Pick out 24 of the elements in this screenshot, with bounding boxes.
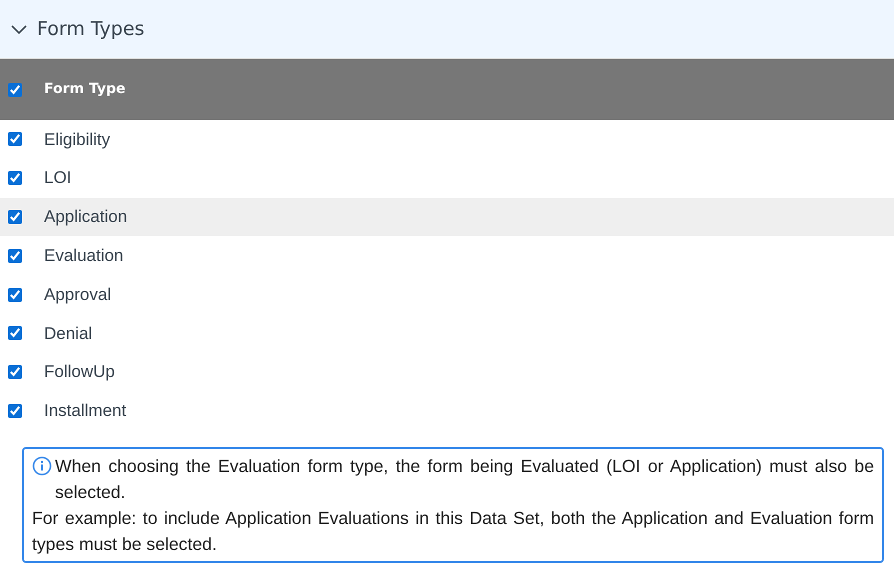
column-header: Form Type (44, 80, 126, 99)
row-label: Eligibility (44, 128, 110, 151)
row-label: Denial (44, 322, 92, 345)
checkbox[interactable] (8, 82, 22, 96)
checkbox[interactable] (8, 288, 22, 302)
checkbox[interactable] (8, 210, 22, 224)
checkbox[interactable] (8, 171, 22, 186)
checkbox[interactable] (8, 365, 22, 380)
info-icon (32, 456, 52, 476)
section-title: Form Types (37, 16, 144, 42)
row-label: Application (44, 206, 128, 228)
row-label: LOI (44, 167, 72, 190)
row-label: Approval (44, 284, 112, 306)
checkbox[interactable] (8, 132, 22, 146)
row-label: FollowUp (44, 361, 115, 384)
checkbox[interactable] (8, 326, 22, 340)
checkbox[interactable] (8, 248, 22, 263)
checkbox[interactable] (8, 404, 22, 418)
table-row[interactable]: Application (0, 198, 894, 236)
section-header[interactable]: Form Types (0, 0, 894, 59)
row-label: Installment (44, 400, 126, 422)
info-text: When choosing the Evaluation form type, the form being Evaluated (LOI or Application) must also be selected. (55, 455, 874, 504)
row-label: Evaluation (44, 245, 124, 268)
info-text: For example: to include Application Evaluations in this Data Set, both the Application and Evaluation form types must be selected. (32, 507, 874, 556)
